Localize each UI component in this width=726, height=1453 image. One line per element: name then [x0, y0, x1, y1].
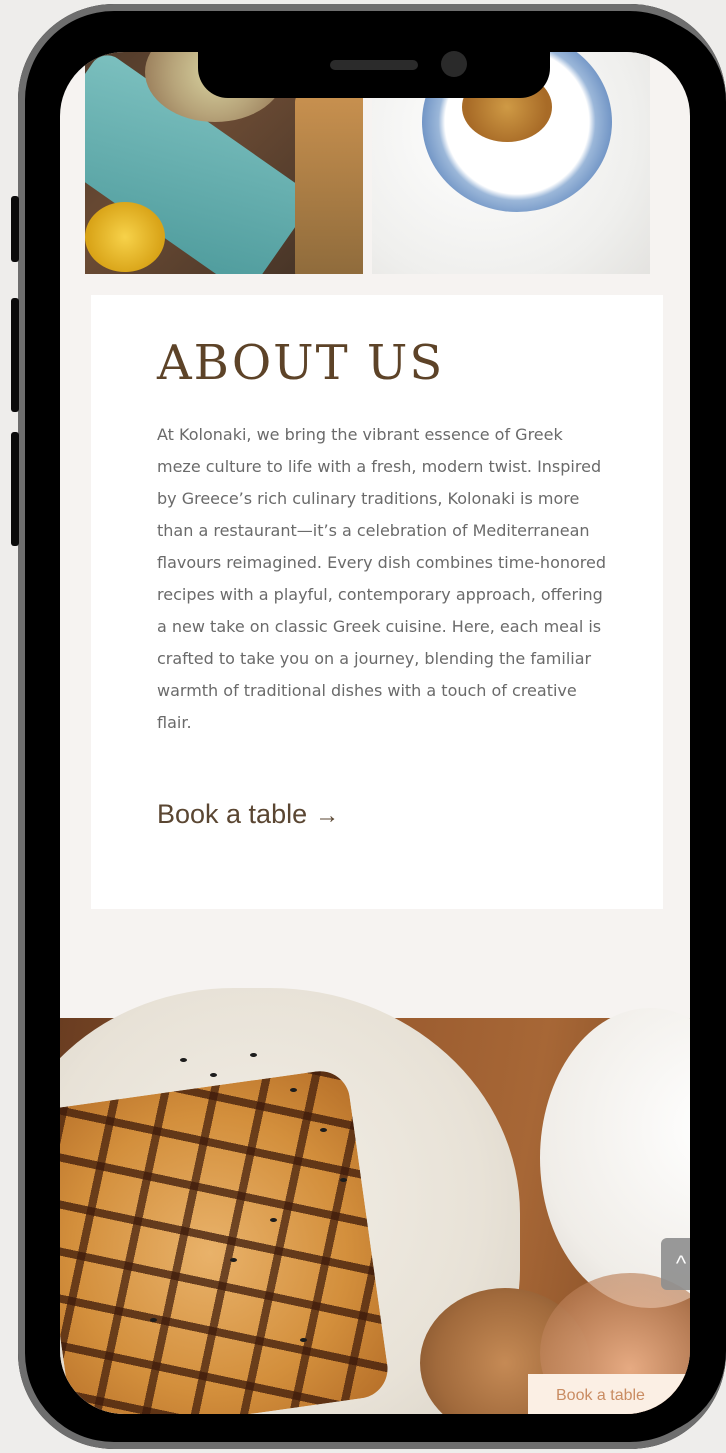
- phone-volume-down: [11, 432, 19, 546]
- front-camera: [441, 51, 467, 77]
- sticky-book-label: Book a table: [556, 1387, 645, 1404]
- lemon-slice: [85, 202, 165, 272]
- phone-notch: [198, 50, 550, 98]
- scroll-to-top-button[interactable]: ^: [661, 1238, 690, 1290]
- phone-side-button: [11, 196, 19, 262]
- sesame-seed: [180, 1058, 187, 1062]
- sesame-seed: [320, 1128, 327, 1132]
- sesame-seed: [270, 1218, 277, 1222]
- side-dish: [295, 92, 363, 274]
- sesame-seed: [230, 1258, 237, 1262]
- about-title: ABOUT US: [157, 335, 445, 391]
- sesame-seed: [150, 1318, 157, 1322]
- grilled-halloumi: [60, 1067, 392, 1414]
- about-section: ABOUT US At Kolonaki, we bring the vibra…: [91, 295, 663, 909]
- sesame-seed: [300, 1338, 307, 1342]
- sesame-seed: [250, 1053, 257, 1057]
- halloumi-photo: [60, 988, 690, 1414]
- arrow-right-icon: →: [315, 802, 340, 829]
- book-table-label: Book a table: [157, 799, 308, 829]
- sticky-book-table-button[interactable]: Book a table: [528, 1374, 690, 1414]
- sesame-seed: [290, 1088, 297, 1092]
- speaker-grille: [330, 60, 418, 70]
- chevron-up-icon: ^: [675, 1251, 687, 1276]
- about-description: At Kolonaki, we bring the vibrant essenc…: [157, 425, 607, 732]
- phone-volume-up: [11, 298, 19, 412]
- sesame-seed: [340, 1178, 347, 1182]
- phone-screen: ABOUT US At Kolonaki, we bring the vibra…: [60, 52, 690, 1414]
- sesame-seed: [210, 1073, 217, 1077]
- book-table-link[interactable]: Book a table →: [157, 799, 339, 830]
